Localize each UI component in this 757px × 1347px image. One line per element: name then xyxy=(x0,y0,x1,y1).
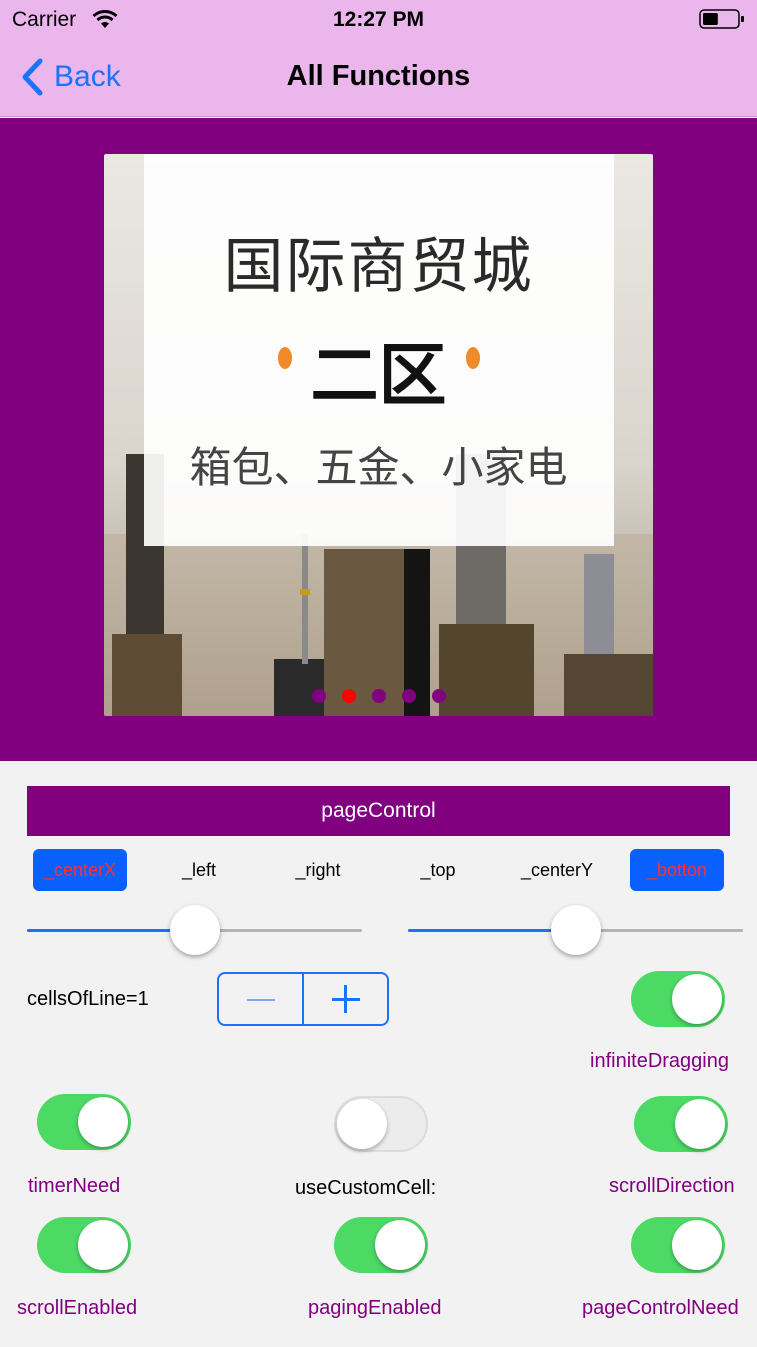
page-control-need-label: pageControlNeed xyxy=(582,1297,739,1319)
switch-knob xyxy=(675,1099,725,1149)
minus-icon xyxy=(247,999,275,1001)
align-option-centery[interactable]: _centerY xyxy=(510,849,604,891)
infinite-dragging-label: infiniteDragging xyxy=(590,1050,729,1072)
paging-enabled-label: pagingEnabled xyxy=(308,1297,442,1319)
infinite-dragging-switch[interactable] xyxy=(631,971,725,1027)
decrement-button[interactable] xyxy=(219,974,302,1024)
clock: 12:27 PM xyxy=(332,8,425,31)
page-dot[interactable] xyxy=(432,689,446,703)
increment-button[interactable] xyxy=(302,974,387,1024)
banner-subtitle: 二区 xyxy=(310,337,447,416)
scroll-direction-label: scrollDirection xyxy=(609,1175,735,1197)
timer-need-switch[interactable] xyxy=(37,1094,131,1150)
switch-knob xyxy=(375,1220,425,1270)
banner-slide[interactable]: 国际商贸城 二区 箱包、五金、小家电 xyxy=(104,154,653,716)
switch-knob xyxy=(78,1097,128,1147)
plus-icon xyxy=(344,985,347,1013)
page-dot[interactable] xyxy=(402,689,416,703)
orange-dot-icon xyxy=(466,347,480,369)
align-option-top[interactable]: _top xyxy=(391,849,485,891)
align-option-left[interactable]: _left xyxy=(152,849,246,891)
page-control-header: pageControl xyxy=(27,786,730,836)
offset-slider-left[interactable] xyxy=(27,905,362,955)
switch-knob xyxy=(672,974,722,1024)
banner-carousel[interactable]: 国际商贸城 二区 箱包、五金、小家电 xyxy=(0,118,757,761)
use-custom-cell-label: useCustomCell: xyxy=(295,1177,437,1199)
slider-thumb[interactable] xyxy=(550,905,601,955)
paging-enabled-switch[interactable] xyxy=(334,1217,428,1273)
page-control[interactable] xyxy=(312,689,446,703)
switch-knob xyxy=(672,1220,722,1270)
cells-of-line-label: cellsOfLine=1 xyxy=(27,988,149,1010)
switch-knob xyxy=(337,1099,387,1149)
banner-title: 国际商贸城 xyxy=(223,232,534,302)
align-option-botton[interactable]: _botton xyxy=(630,849,724,891)
battery-icon xyxy=(699,9,744,29)
scroll-direction-switch[interactable] xyxy=(634,1096,728,1152)
slider-thumb[interactable] xyxy=(169,905,220,955)
status-bar: Carrier 12:27 PM xyxy=(0,0,757,40)
page-title: All Functions xyxy=(286,60,471,92)
offset-slider-right[interactable] xyxy=(408,905,743,955)
switch-knob xyxy=(78,1220,128,1270)
banner-description: 箱包、五金、小家电 xyxy=(189,443,568,492)
page-dot[interactable] xyxy=(312,689,326,703)
use-custom-cell-switch[interactable] xyxy=(334,1096,428,1152)
page-control-need-switch[interactable] xyxy=(631,1217,725,1273)
timer-need-label: timerNeed xyxy=(28,1175,121,1197)
align-option-centerx[interactable]: _centerX xyxy=(33,849,127,891)
navigation-bar: Back All Functions xyxy=(0,40,757,117)
cells-of-line-stepper[interactable] xyxy=(217,972,389,1026)
scroll-enabled-label: scrollEnabled xyxy=(17,1297,138,1319)
align-option-right[interactable]: _right xyxy=(271,849,365,891)
page-dot[interactable] xyxy=(342,689,356,703)
page-dot[interactable] xyxy=(372,689,386,703)
scroll-enabled-switch[interactable] xyxy=(37,1217,131,1273)
